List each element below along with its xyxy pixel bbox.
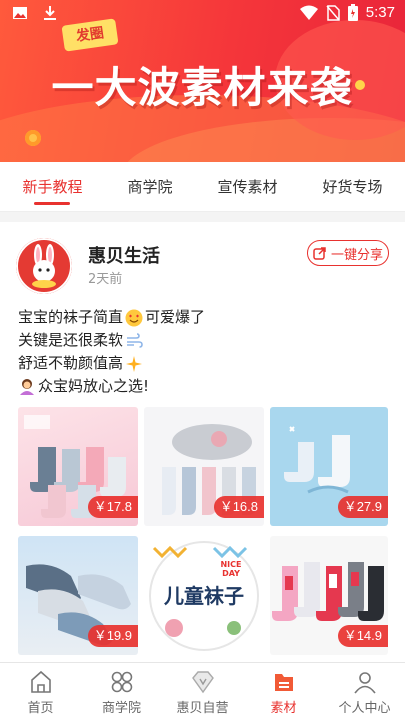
- post-line: 关键是还很柔软: [18, 331, 124, 349]
- tab-good-products[interactable]: 好货专场: [318, 162, 386, 212]
- coin-decoration: [25, 130, 41, 146]
- nav-home[interactable]: 首页: [6, 663, 76, 720]
- grid-icon: [111, 671, 132, 693]
- clock: 5:37: [365, 4, 395, 21]
- post-header: 惠贝生活 2天前 一键分享: [0, 222, 405, 300]
- price-tag: ￥19.9: [87, 625, 138, 647]
- wifi-icon: [299, 5, 318, 20]
- post-line: 宝宝的袜子简直: [18, 308, 124, 326]
- price-tag: ￥14.9: [337, 625, 388, 647]
- post-line: 可爱爆了: [145, 308, 206, 326]
- nice-day-badge: NICE DAY: [220, 560, 242, 578]
- nav-label: 惠贝自营: [176, 701, 229, 716]
- material-icon: [274, 674, 293, 691]
- avatar[interactable]: [16, 238, 72, 294]
- tab-promo-material[interactable]: 宣传素材: [213, 162, 281, 212]
- image-grid: ￥17.8 ￥16.8 ￥27.9 ￥19.9 儿童袜子 NICE DAY ￥1…: [18, 407, 388, 655]
- nav-material[interactable]: 素材: [249, 663, 319, 720]
- kids-socks-label: 儿童袜子: [164, 584, 244, 608]
- sparkle-emoji-icon: [126, 355, 143, 372]
- share-button[interactable]: 一键分享: [307, 240, 389, 266]
- nav-business-school[interactable]: 商学院: [87, 663, 157, 720]
- image-icon: [13, 7, 27, 19]
- tab-tutorial[interactable]: 新手教程: [18, 162, 86, 212]
- product-image[interactable]: ￥17.8: [18, 407, 138, 526]
- nav-label: 商学院: [101, 701, 141, 716]
- nav-self-operated[interactable]: 惠贝自营: [168, 663, 238, 720]
- woman-emoji-icon: [20, 378, 34, 395]
- nav-label: 个人中心: [338, 701, 391, 716]
- battery-icon: [347, 4, 358, 21]
- tab-business-school[interactable]: 商学院: [123, 162, 176, 212]
- rabbit-logo-icon: [16, 238, 72, 294]
- section-divider: [0, 212, 405, 222]
- wind-emoji-icon: [127, 332, 143, 348]
- no-sim-icon: [326, 4, 340, 21]
- banner-title: 一大波素材来袭: [51, 63, 353, 112]
- product-image[interactable]: ￥19.9: [18, 536, 138, 655]
- price-tag: ￥27.9: [337, 496, 388, 518]
- price-tag: ￥17.8: [87, 496, 138, 518]
- author-name: 惠贝生活: [88, 246, 160, 267]
- nav-profile[interactable]: 个人中心: [330, 663, 400, 720]
- category-tabs: 新手教程 商学院 宣传素材 好货专场: [0, 162, 405, 212]
- post-line: 舒适不勒颜值高: [18, 354, 124, 372]
- product-image[interactable]: ￥16.8: [144, 407, 264, 526]
- download-icon: [44, 6, 56, 20]
- promo-image[interactable]: 儿童袜子 NICE DAY: [144, 536, 264, 655]
- promo-banner[interactable]: 5:37 发圈 一大波素材来袭: [0, 0, 405, 162]
- home-icon: [30, 670, 51, 693]
- share-icon: [313, 247, 326, 260]
- product-image[interactable]: ￥14.9: [270, 536, 388, 655]
- person-icon: [353, 672, 376, 694]
- share-label: 一键分享: [330, 247, 383, 263]
- post-text: 宝宝的袜子简直 可爱爆了 关键是还很柔软 舒适不勒颜值高 众宝妈放心之选!: [18, 306, 388, 398]
- bottom-nav: 首页 商学院 惠贝自营 素材 个人中心: [0, 662, 405, 720]
- post-time: 2天前: [88, 272, 123, 287]
- heart-eyes-emoji-icon: [125, 309, 143, 326]
- nav-label: 首页: [27, 701, 54, 716]
- price-tag: ￥16.8: [213, 496, 264, 518]
- post-line: 众宝妈放心之选!: [38, 377, 150, 395]
- nav-label: 素材: [270, 701, 297, 716]
- status-bar: 5:37: [0, 0, 405, 28]
- diamond-icon: [191, 671, 214, 694]
- product-image[interactable]: ￥27.9: [270, 407, 388, 526]
